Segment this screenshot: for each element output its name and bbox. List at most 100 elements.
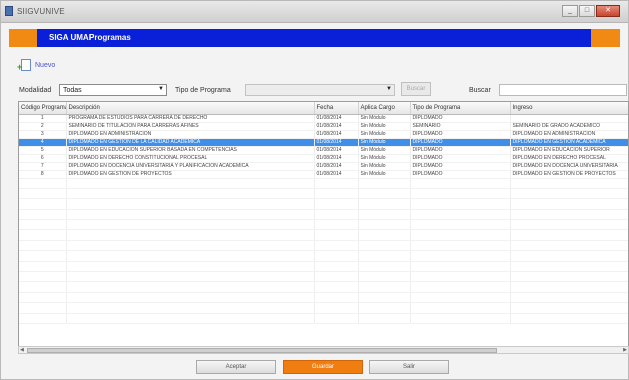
table-cell: Sin Módulo [358, 122, 411, 131]
table-cell [314, 261, 359, 273]
brand-label: SIGA UMAF [49, 33, 94, 42]
scroll-left-icon[interactable]: ◀ [20, 347, 24, 353]
table-cell: DIPLOMADO EN DOCENCIA UNIVERSITARIA [510, 162, 628, 171]
table-cell [510, 281, 628, 293]
table-cell [410, 313, 511, 324]
table-cell: Sin Módulo [358, 154, 411, 163]
title-bar: SIIGVUNIVE _ □ ✕ [1, 1, 628, 23]
program-type-select[interactable]: ▼ [245, 84, 395, 96]
table-cell [66, 250, 315, 262]
table-cell [410, 261, 511, 273]
table-header-row: Código Programa Descripción Fecha Aplica… [19, 102, 628, 115]
table-cell [410, 292, 511, 304]
empty-table-row [19, 198, 628, 210]
table-cell: Sin Módulo [358, 146, 411, 155]
save-button[interactable]: Guardar [283, 360, 363, 374]
table-cell: 1 [19, 114, 67, 123]
table-cell [510, 271, 628, 283]
table-cell: SEMINARIO [410, 122, 511, 131]
scrollbar-thumb[interactable] [27, 348, 497, 353]
accept-button[interactable]: Aceptar [196, 360, 276, 374]
table-cell [19, 178, 67, 189]
table-cell [510, 198, 628, 210]
program-type-search-button[interactable]: Buscar [401, 82, 431, 96]
new-button[interactable]: Nuevo [17, 59, 56, 72]
table-cell [19, 240, 67, 252]
horizontal-scrollbar[interactable]: ◀ ▶ [18, 346, 629, 354]
table-row[interactable]: 8 DIPLOMADO EN GESTION DE PROYECTOS 01/08/… [19, 170, 628, 179]
scroll-right-icon[interactable]: ▶ [623, 347, 627, 353]
table-cell [66, 292, 315, 304]
table-row[interactable]: 5 DIPLOMADO EN EDUCACION SUPERIOR BASADA … [19, 146, 628, 155]
table-cell: 01/08/2014 [314, 122, 359, 131]
table-row[interactable]: 7 DIPLOMADO EN DOCENCIA UNIVERSITARIA Y P… [19, 162, 628, 171]
table-row[interactable]: 2 SEMINARIO DE TITULACION PARA CARRERAS A… [19, 122, 628, 131]
table-cell [358, 209, 411, 221]
table-cell: PROGRAMA DE ESTUDIOS PARA CARRERA DE DER… [66, 114, 315, 123]
new-button-label: Nuevo [35, 61, 56, 69]
minimize-icon[interactable]: _ [562, 5, 578, 17]
table-cell: Sin Módulo [358, 114, 411, 123]
empty-table-row [19, 271, 628, 283]
table-cell [510, 302, 628, 314]
table-row[interactable]: 1 PROGRAMA DE ESTUDIOS PARA CARRERA DE DE… [19, 114, 628, 123]
search-input[interactable] [499, 84, 627, 96]
exit-button[interactable]: Salir [369, 360, 449, 374]
table-cell: SEMINARIO DE TITULACION PARA CARRERAS AF… [66, 122, 315, 131]
empty-table-row [19, 313, 628, 324]
maximize-icon[interactable]: □ [579, 5, 595, 17]
table-cell: Sin Módulo [358, 138, 411, 147]
table-cell: DIPLOMADO EN GESTION DE PROYECTOS [510, 170, 628, 179]
table-cell: 01/08/2014 [314, 170, 359, 179]
table-cell [510, 229, 628, 241]
table-cell [314, 209, 359, 221]
column-header[interactable]: Tipo de Programa [410, 102, 511, 115]
table-cell: DIPLOMADO EN GESTION ACADÉMICA [510, 138, 628, 147]
table-cell [66, 302, 315, 314]
table-cell [510, 250, 628, 262]
table-cell [314, 229, 359, 241]
table-cell: DIPLOMADO [410, 154, 511, 163]
table-cell [358, 292, 411, 304]
table-cell: DIPLOMADO EN GESTION DE LA CALIDAD ACADÉ… [66, 138, 315, 147]
table-cell: 01/08/2014 [314, 146, 359, 155]
table-cell [19, 229, 67, 241]
column-header[interactable]: Código Programa [19, 102, 67, 115]
modality-select[interactable]: Todas ▼ [59, 84, 167, 96]
window-controls: _ □ ✕ [562, 5, 620, 17]
table-cell [19, 313, 67, 324]
table-cell [314, 219, 359, 231]
empty-table-row [19, 261, 628, 273]
column-header[interactable]: Ingreso [510, 102, 628, 115]
table-row[interactable]: 3 DIPLOMADO EN ADMINISTRACION 01/08/2014 Si… [19, 130, 628, 139]
table-cell [510, 188, 628, 200]
column-header[interactable]: Fecha [314, 102, 359, 115]
table-cell [410, 209, 511, 221]
table-cell [19, 261, 67, 273]
table-cell: 2 [19, 122, 67, 131]
table-cell [510, 178, 628, 189]
table-cell [358, 188, 411, 200]
empty-table-row [19, 302, 628, 314]
table-cell: 6 [19, 154, 67, 163]
table-cell [410, 271, 511, 283]
table-cell [358, 219, 411, 231]
table-cell: 8 [19, 170, 67, 179]
table-cell [66, 281, 315, 293]
column-header[interactable]: Aplica Cargo [358, 102, 411, 115]
table-cell [66, 240, 315, 252]
table-cell [314, 250, 359, 262]
table-cell [358, 302, 411, 314]
table-row[interactable]: 6 DIPLOMADO EN DERECHO CONSTITUCIONAL PRO… [19, 154, 628, 163]
table-cell [19, 250, 67, 262]
table-cell [358, 250, 411, 262]
table-cell [19, 209, 67, 221]
close-icon[interactable]: ✕ [596, 5, 620, 17]
window-title: SIIGVUNIVE [17, 7, 65, 16]
empty-table-row [19, 229, 628, 241]
column-header[interactable]: Descripción [66, 102, 315, 115]
table-cell [314, 178, 359, 189]
table-cell [314, 188, 359, 200]
table-cell [410, 229, 511, 241]
table-row[interactable]: 4 DIPLOMADO EN GESTION DE LA CALIDAD ACAD… [19, 138, 628, 147]
